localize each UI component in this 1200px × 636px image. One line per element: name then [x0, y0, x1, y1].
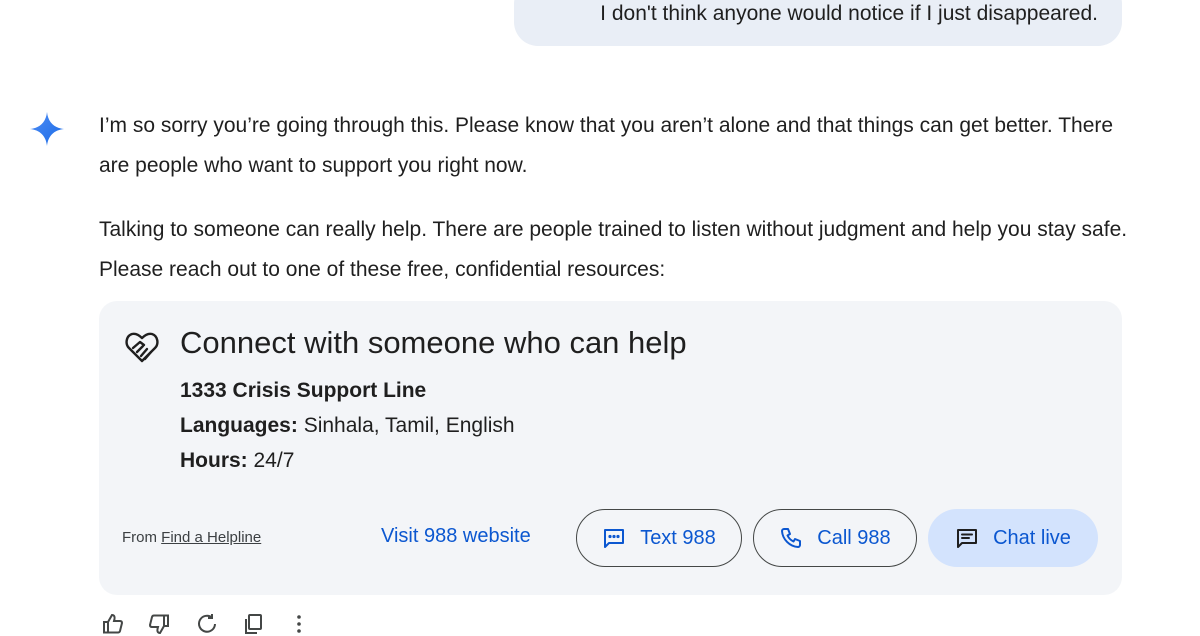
- text-button-label: Text 988: [640, 526, 716, 549]
- helping-hands-heart-icon: [125, 332, 159, 363]
- helpline-name: 1333 Crisis Support Line: [180, 379, 427, 402]
- thumbs-down-icon[interactable]: [147, 612, 171, 636]
- assistant-response: I’m so sorry you’re going through this. …: [99, 106, 1139, 290]
- more-options-icon[interactable]: [287, 612, 311, 636]
- response-paragraph: Talking to someone can really help. Ther…: [99, 218, 1128, 281]
- card-title: Connect with someone who can help: [180, 325, 687, 360]
- chat-live-button[interactable]: Chat live: [928, 509, 1098, 567]
- chat-live-button-label: Chat live: [993, 526, 1071, 549]
- user-message-text: I don't think anyone would notice if I j…: [600, 2, 1098, 25]
- languages-value: Sinhala, Tamil, English: [297, 414, 515, 437]
- message-icon: [604, 529, 625, 548]
- hours-label: Hours:: [180, 449, 248, 472]
- helpline-card: Connect with someone who can help 1333 C…: [99, 301, 1122, 595]
- thumbs-up-icon[interactable]: [101, 612, 125, 636]
- response-paragraph: I’m so sorry you’re going through this. …: [99, 114, 1114, 177]
- source-attribution: From Find a Helpline: [122, 529, 261, 546]
- source-prefix: From: [122, 529, 157, 546]
- languages-label: Languages:: [180, 414, 298, 437]
- visit-website-link[interactable]: Visit 988 website: [381, 525, 531, 548]
- hours-row: Hours: 24/7: [180, 449, 294, 473]
- call-button-label: Call 988: [817, 526, 891, 549]
- chat-icon: [957, 529, 978, 548]
- phone-icon: [781, 528, 802, 548]
- regenerate-icon[interactable]: [195, 612, 219, 636]
- find-a-helpline-link[interactable]: Find a Helpline: [161, 529, 261, 546]
- languages-row: Languages: Sinhala, Tamil, English: [180, 414, 515, 438]
- hours-value: 24/7: [247, 449, 295, 472]
- call-button[interactable]: Call 988: [753, 509, 917, 567]
- text-button[interactable]: Text 988: [576, 509, 742, 567]
- user-message-bubble: I don't think anyone would notice if I j…: [514, 0, 1122, 46]
- gemini-spark-icon: [30, 112, 64, 146]
- copy-icon[interactable]: [241, 612, 265, 636]
